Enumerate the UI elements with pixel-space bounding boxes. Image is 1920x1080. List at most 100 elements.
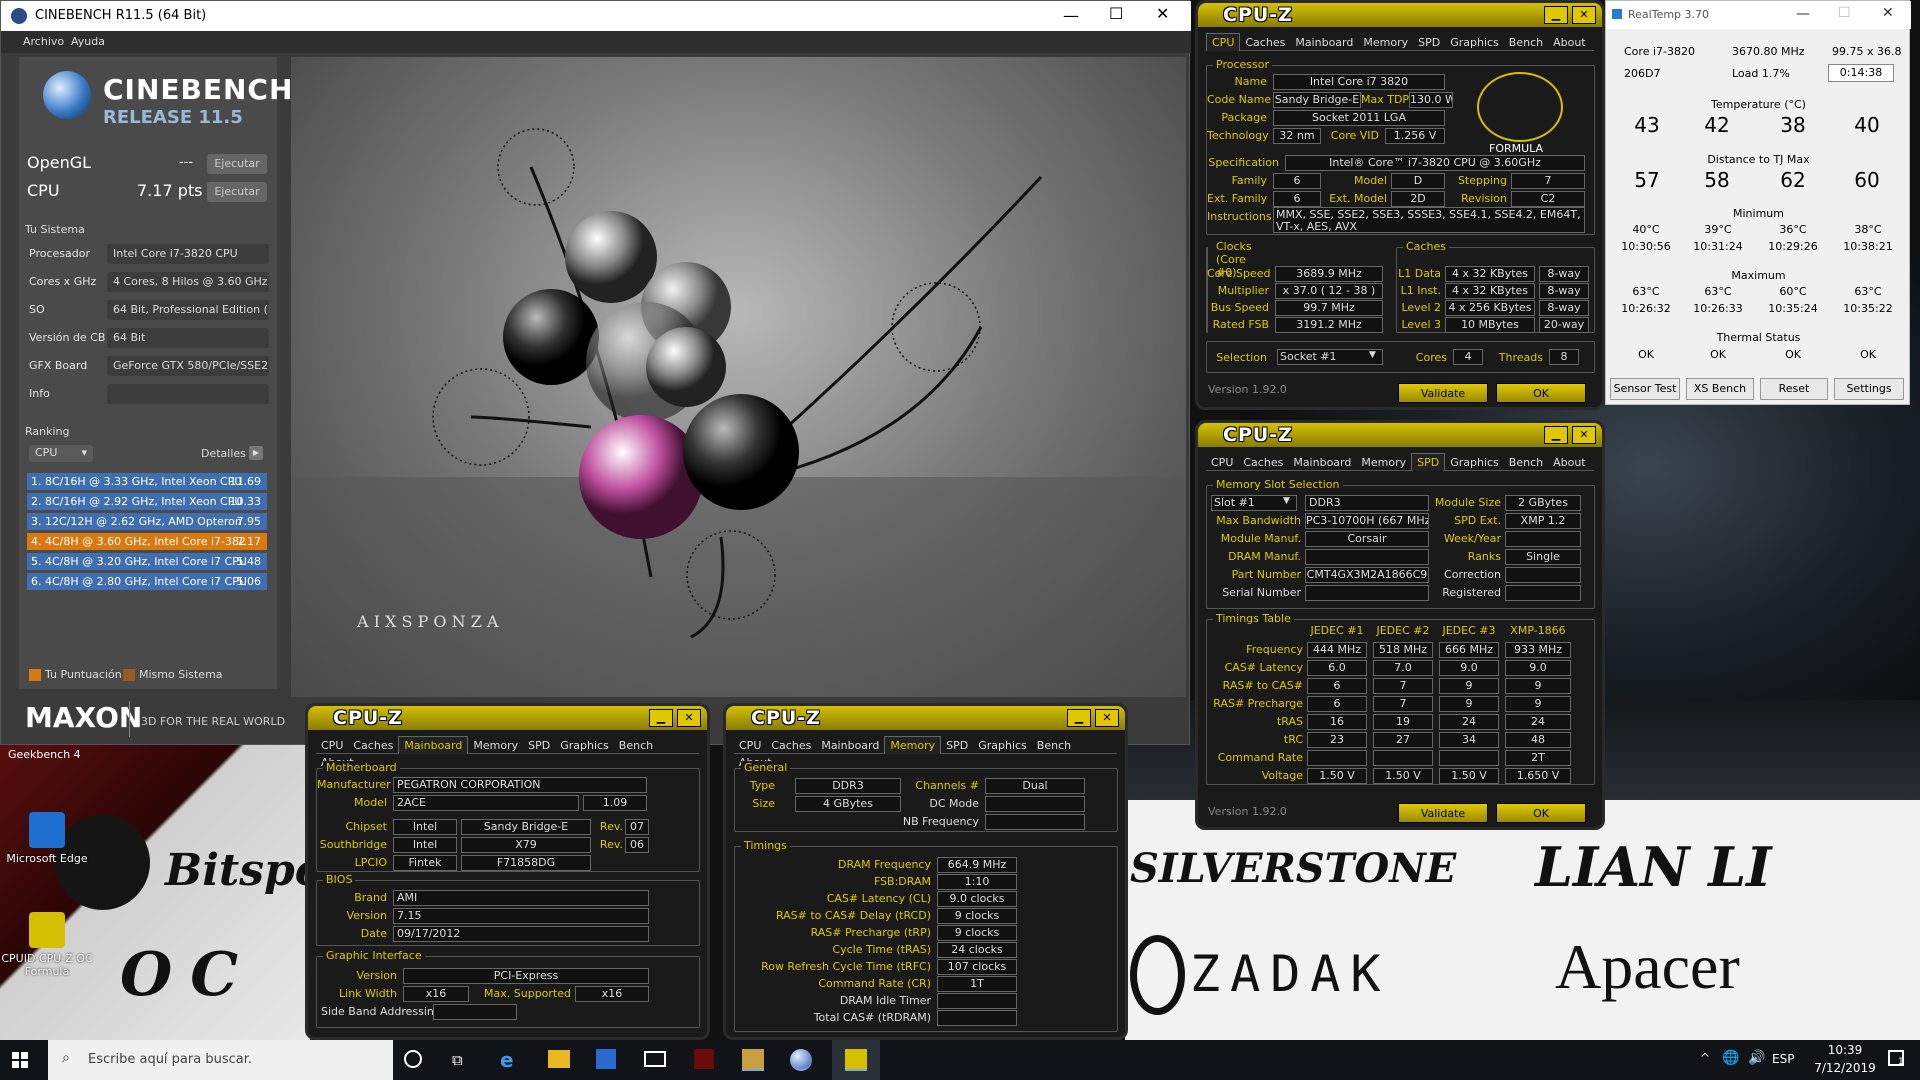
tab-bench[interactable]: Bench bbox=[1032, 737, 1076, 754]
tab-spd[interactable]: SPD bbox=[523, 737, 555, 754]
tab-spd[interactable]: SPD bbox=[1411, 453, 1446, 471]
minimize-icon[interactable]: ▁ bbox=[1067, 709, 1091, 727]
close-icon[interactable]: ✕ bbox=[1095, 709, 1119, 727]
file-explorer-icon[interactable] bbox=[548, 1050, 570, 1068]
cinebench-taskbar-icon[interactable] bbox=[790, 1049, 812, 1071]
chevron-down-icon[interactable]: ▼ bbox=[1283, 496, 1290, 506]
tab-spd[interactable]: SPD bbox=[1413, 34, 1445, 51]
tab-cpu[interactable]: CPU bbox=[316, 737, 348, 754]
minimize-icon[interactable]: — bbox=[1796, 6, 1810, 22]
ranking-row[interactable]: 2. 8C/16H @ 2.92 GHz, Intel Xeon CPU 10.3… bbox=[27, 493, 267, 510]
tab-caches[interactable]: Caches bbox=[766, 737, 816, 754]
clock-time[interactable]: 10:39 bbox=[1815, 1043, 1875, 1057]
tab-cpu[interactable]: CPU bbox=[734, 737, 766, 754]
ranking-details[interactable]: Detalles bbox=[201, 447, 246, 460]
tab-mainboard[interactable]: Mainboard bbox=[398, 736, 469, 754]
app-icon[interactable] bbox=[694, 1049, 714, 1069]
cinebench-titlebar[interactable]: CINEBENCH R11.5 (64 Bit) — ☐ ✕ bbox=[1, 1, 1191, 31]
ranking-row[interactable]: 5. 4C/8H @ 3.20 GHz, Intel Core i7 CPU 5.… bbox=[27, 553, 267, 570]
chevron-up-icon[interactable]: ^ bbox=[1700, 1051, 1710, 1065]
close-icon[interactable]: ✕ bbox=[1572, 426, 1596, 444]
tab-mainboard[interactable]: Mainboard bbox=[1290, 34, 1358, 51]
tab-memory[interactable]: Memory bbox=[884, 736, 942, 754]
cpuz-memory-titlebar[interactable]: CPU-Z ▁ ✕ bbox=[726, 706, 1125, 730]
cortana-icon[interactable] bbox=[404, 1050, 422, 1068]
cpuz-memory-tabs: CPU Caches Mainboard Memory SPD Graphics Bench… bbox=[734, 736, 1117, 769]
edge-icon bbox=[29, 812, 65, 848]
tab-mainboard[interactable]: Mainboard bbox=[1288, 454, 1356, 471]
close-icon[interactable]: ✕ bbox=[1156, 4, 1169, 23]
details-arrow-icon[interactable]: ▶ bbox=[249, 446, 263, 460]
tab-cpu[interactable]: CPU bbox=[1206, 454, 1238, 471]
realtemp-load: Load 1.7% bbox=[1732, 67, 1790, 80]
tab-caches[interactable]: Caches bbox=[1240, 34, 1290, 51]
edge-taskbar-icon[interactable]: e bbox=[500, 1048, 514, 1072]
validate-button[interactable]: Validate bbox=[1398, 383, 1488, 403]
ranking-row[interactable]: 3. 12C/12H @ 2.62 GHz, AMD Opteron 7.95 bbox=[27, 513, 267, 530]
menu-ayuda[interactable]: Ayuda bbox=[71, 35, 105, 48]
reset-button[interactable]: Reset bbox=[1760, 378, 1828, 400]
task-view-icon[interactable]: ⧉ bbox=[452, 1051, 463, 1069]
tab-graphics[interactable]: Graphics bbox=[1445, 454, 1504, 471]
xs-bench-button[interactable]: XS Bench bbox=[1686, 378, 1754, 400]
ranking-row[interactable]: 1. 8C/16H @ 3.33 GHz, Intel Xeon CPU 11.6… bbox=[27, 473, 267, 490]
tab-graphics[interactable]: Graphics bbox=[973, 737, 1032, 754]
geekbench-label[interactable]: Geekbench 4 bbox=[8, 748, 81, 761]
minimize-icon[interactable]: ▁ bbox=[1544, 6, 1568, 24]
opengl-run-button[interactable]: Ejecutar bbox=[207, 154, 267, 174]
tab-memory[interactable]: Memory bbox=[1358, 34, 1413, 51]
windows-start-icon[interactable] bbox=[12, 1052, 28, 1068]
cpuz-taskbar-active[interactable] bbox=[832, 1040, 880, 1080]
ok-button[interactable]: OK bbox=[1496, 803, 1586, 823]
minimize-icon[interactable]: — bbox=[1063, 6, 1079, 25]
close-icon[interactable]: ✕ bbox=[1882, 5, 1894, 21]
cpuz-oc-shortcut[interactable]: CPUID CPU-Z OC Formula bbox=[0, 912, 102, 978]
cpuz-mainboard-titlebar[interactable]: CPU-Z ▁ ✕ bbox=[308, 706, 707, 730]
chevron-down-icon[interactable]: ▼ bbox=[1369, 350, 1376, 360]
search-box[interactable]: ⌕ Escribe aquí para buscar. bbox=[48, 1040, 393, 1080]
tab-mainboard[interactable]: Mainboard bbox=[816, 737, 884, 754]
tab-bench[interactable]: Bench bbox=[1504, 34, 1548, 51]
tab-spd[interactable]: SPD bbox=[941, 737, 973, 754]
tab-memory[interactable]: Memory bbox=[468, 737, 523, 754]
tab-caches[interactable]: Caches bbox=[1238, 454, 1288, 471]
realtemp-titlebar[interactable]: RealTemp 3.70 — ☐ ✕ bbox=[1606, 1, 1911, 29]
cpu-run-button[interactable]: Ejecutar bbox=[207, 182, 267, 202]
system-row-info[interactable]: Info bbox=[25, 383, 273, 405]
volume-icon[interactable]: 🔊 bbox=[1748, 1050, 1765, 1066]
validate-button[interactable]: Validate bbox=[1398, 803, 1488, 823]
language-indicator[interactable]: ESP bbox=[1772, 1052, 1794, 1066]
close-icon[interactable]: ✕ bbox=[1572, 6, 1596, 24]
tab-memory[interactable]: Memory bbox=[1356, 454, 1411, 471]
tab-graphics[interactable]: Graphics bbox=[1445, 34, 1504, 51]
tab-cpu[interactable]: CPU bbox=[1206, 33, 1241, 51]
tab-caches[interactable]: Caches bbox=[348, 737, 398, 754]
store-icon[interactable] bbox=[596, 1049, 616, 1069]
menu-archivo[interactable]: Archivo bbox=[23, 35, 64, 48]
socket-select[interactable]: Socket #1 bbox=[1277, 349, 1383, 365]
edge-shortcut[interactable]: Microsoft Edge bbox=[0, 812, 102, 865]
mail-icon[interactable] bbox=[644, 1051, 666, 1067]
sensor-test-button[interactable]: Sensor Test bbox=[1610, 378, 1680, 400]
cpuz-spd-titlebar[interactable]: CPU-Z ▁ ✕ bbox=[1198, 423, 1602, 447]
tab-graphics[interactable]: Graphics bbox=[555, 737, 614, 754]
tab-bench[interactable]: Bench bbox=[614, 737, 658, 754]
tab-bench[interactable]: Bench bbox=[1504, 454, 1548, 471]
ok-button[interactable]: OK bbox=[1496, 383, 1586, 403]
minimize-icon[interactable]: ▁ bbox=[649, 709, 673, 727]
timing-cell: 7 bbox=[1373, 678, 1433, 694]
maximize-icon[interactable]: ☐ bbox=[1109, 4, 1123, 23]
realtemp-timer: 0:14:38 bbox=[1828, 64, 1894, 82]
geekbench-taskbar-icon[interactable] bbox=[742, 1049, 764, 1071]
settings-button[interactable]: Settings bbox=[1834, 378, 1904, 400]
ranking-row[interactable]: 6. 4C/8H @ 2.80 GHz, Intel Core i7 CPU 5.… bbox=[27, 573, 267, 590]
cpuz-cpu-titlebar[interactable]: CPU-Z ▁ ✕ bbox=[1198, 3, 1602, 27]
tab-about[interactable]: About bbox=[1548, 34, 1591, 51]
tab-about[interactable]: About bbox=[1548, 454, 1591, 471]
close-icon[interactable]: ✕ bbox=[677, 709, 701, 727]
network-icon[interactable]: 🌐 bbox=[1722, 1050, 1739, 1066]
clock-date[interactable]: 7/12/2019 bbox=[1808, 1061, 1882, 1075]
minimize-icon[interactable]: ▁ bbox=[1544, 426, 1568, 444]
ranking-row-current[interactable]: 4. 4C/8H @ 3.60 GHz, Intel Core i7-382 7.… bbox=[27, 533, 267, 550]
ranking-select[interactable]: CPU ▾ bbox=[29, 445, 93, 462]
